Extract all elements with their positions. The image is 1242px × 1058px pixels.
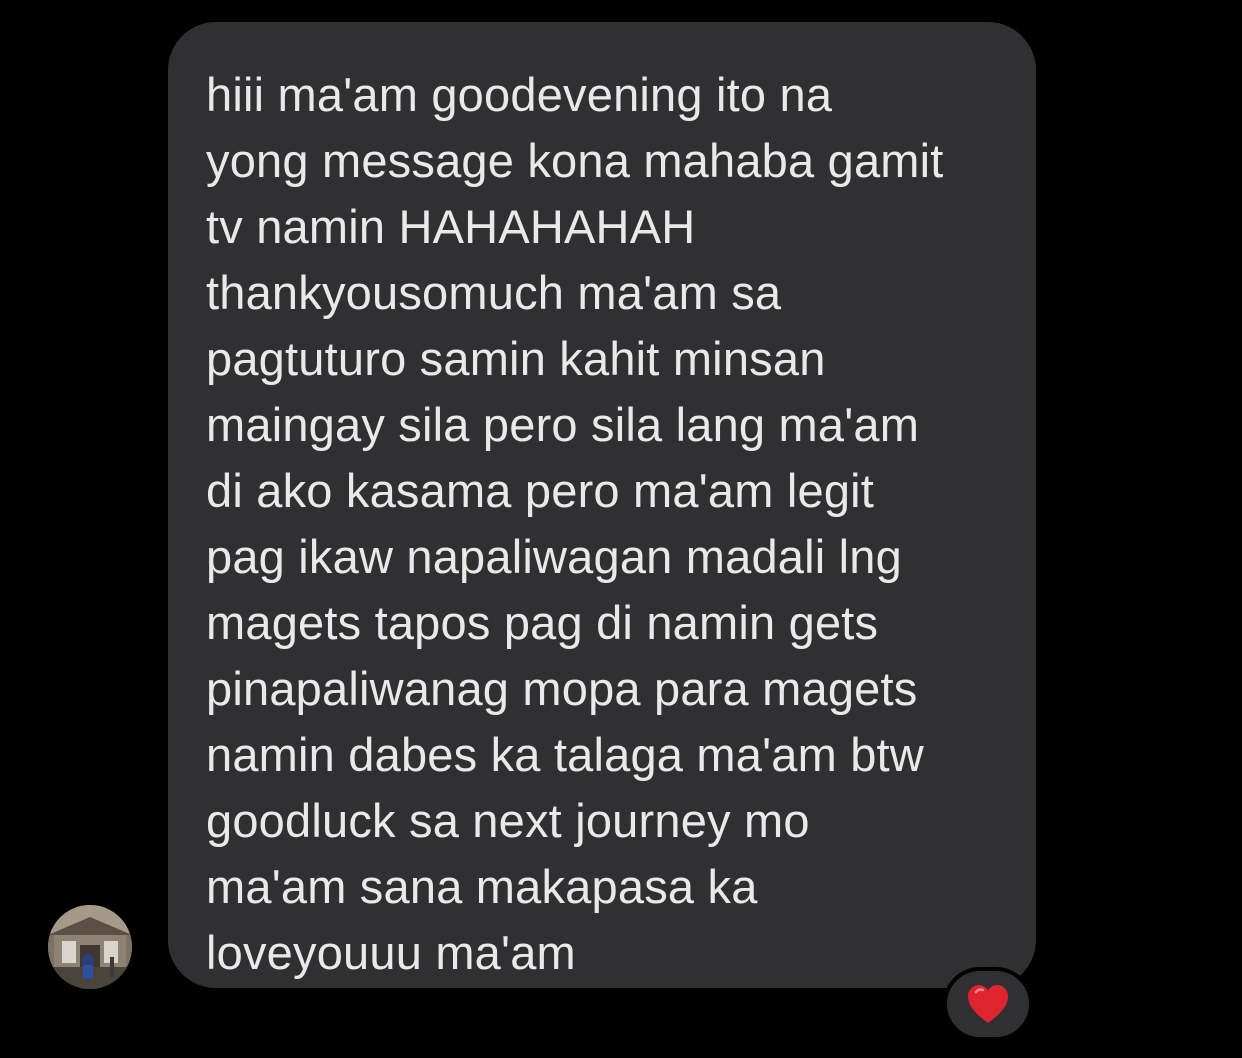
sender-avatar[interactable]	[48, 905, 132, 989]
message-reaction[interactable]	[943, 967, 1033, 1041]
message-bubble[interactable]: hiii ma'am goodevening ito na yong messa…	[168, 22, 1036, 988]
message-text: hiii ma'am goodevening ito na yong messa…	[206, 68, 944, 979]
red-heart-icon	[968, 985, 1008, 1023]
profile-photo	[48, 905, 132, 989]
